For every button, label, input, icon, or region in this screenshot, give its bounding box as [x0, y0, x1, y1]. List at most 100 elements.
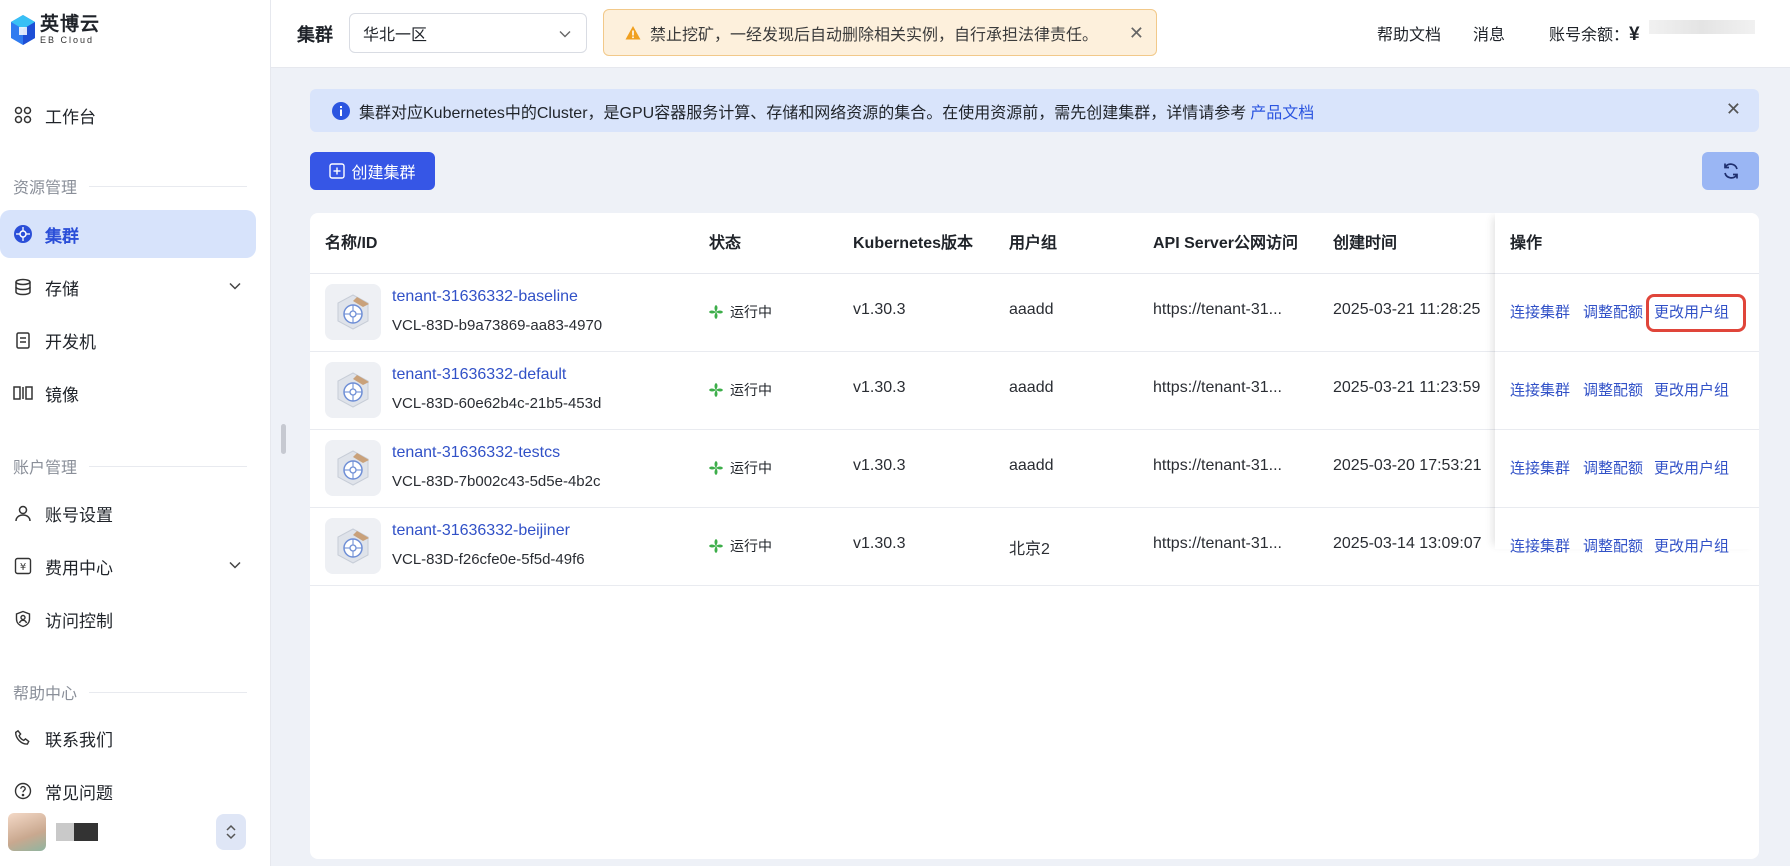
cluster-id: VCL-83D-f26cfe0e-5f5d-49f6 — [392, 551, 585, 568]
question-circle-icon — [13, 781, 33, 801]
user-group: aaadd — [1009, 301, 1054, 318]
info-icon — [332, 101, 350, 120]
ops-row: 连接集群 调整配额 更改用户组 — [1495, 430, 1759, 508]
sidebar: 英博云 EB Cloud 工作台 资源管理 集群 存储 开发机 镜像 账户管理 … — [0, 0, 271, 866]
connect-cluster-link[interactable]: 连接集群 — [1510, 301, 1570, 322]
shield-user-icon — [13, 609, 33, 629]
sidebar-item-label: 联系我们 — [45, 730, 113, 750]
adjust-quota-link[interactable]: 调整配额 — [1583, 457, 1643, 478]
connect-cluster-link[interactable]: 连接集群 — [1510, 379, 1570, 400]
col-header-created: 创建时间 — [1333, 235, 1398, 252]
database-icon — [13, 277, 33, 297]
cluster-cube-icon — [325, 440, 381, 496]
region-value: 华北一区 — [363, 27, 428, 44]
sidebar-item-workbench[interactable]: 工作台 — [0, 91, 256, 139]
change-user-group-link[interactable]: 更改用户组 — [1654, 535, 1729, 556]
connect-cluster-link[interactable]: 连接集群 — [1510, 535, 1570, 556]
page-title: 集群 — [297, 25, 333, 45]
change-user-group-link[interactable]: 更改用户组 — [1654, 301, 1729, 322]
sidebar-item-contact[interactable]: 联系我们 — [0, 714, 256, 762]
section-account: 账户管理 — [13, 454, 247, 478]
cluster-cube-icon — [325, 518, 381, 574]
cluster-cube-icon — [325, 362, 381, 418]
close-icon[interactable]: ✕ — [1129, 24, 1144, 42]
logo-icon — [11, 15, 35, 45]
cluster-icon — [13, 224, 33, 244]
sidebar-item-label: 账号设置 — [45, 505, 113, 525]
user-profile[interactable] — [8, 812, 248, 852]
sidebar-item-billing[interactable]: ¥ 费用中心 — [0, 542, 256, 590]
brand-logo[interactable]: 英博云 EB Cloud — [10, 14, 100, 46]
cluster-name-link[interactable]: tenant-31636332-baseline — [392, 288, 578, 306]
plus-square-icon — [329, 163, 346, 179]
running-fan-icon — [709, 383, 723, 397]
user-icon — [13, 503, 33, 523]
adjust-quota-link[interactable]: 调整配额 — [1583, 535, 1643, 556]
phone-icon — [13, 728, 33, 748]
avatar[interactable] — [8, 813, 46, 851]
account-switch-button[interactable] — [216, 814, 246, 850]
col-header-api: API Server公网访问 — [1153, 235, 1298, 252]
user-group: 北京2 — [1009, 541, 1050, 558]
status-badge: 运行中 — [708, 536, 772, 556]
chevron-up-down-icon — [226, 824, 236, 840]
help-docs-link[interactable]: 帮助文档 — [1377, 21, 1441, 45]
info-text: 集群对应Kubernetes中的Cluster，是GPU容器服务计算、存储和网络… — [359, 104, 1247, 122]
created-time: 2025-03-21 11:23:59 — [1333, 379, 1481, 396]
cluster-name-link[interactable]: tenant-31636332-beijiner — [392, 522, 570, 540]
api-server-url: https://tenant-31... — [1153, 535, 1282, 552]
cluster-name-link[interactable]: tenant-31636332-testcs — [392, 444, 560, 462]
top-bar: 集群 华北一区 禁止挖矿，一经发现后自动删除相关实例，自行承担法律责任。 ✕ 帮… — [271, 0, 1790, 68]
warning-text: 禁止挖矿，一经发现后自动删除相关实例，自行承担法律责任。 — [650, 26, 1099, 44]
adjust-quota-link[interactable]: 调整配额 — [1583, 379, 1643, 400]
cluster-name-link[interactable]: tenant-31636332-default — [392, 366, 566, 384]
sidebar-resize-handle[interactable] — [281, 424, 286, 454]
sidebar-item-label: 存储 — [45, 279, 79, 299]
sidebar-item-access-control[interactable]: 访问控制 — [0, 595, 256, 643]
sidebar-item-devbox[interactable]: 开发机 — [0, 316, 256, 364]
sidebar-item-cluster[interactable]: 集群 — [0, 210, 256, 258]
sidebar-item-faq[interactable]: 常见问题 — [0, 767, 256, 815]
change-user-group-link[interactable]: 更改用户组 — [1654, 457, 1729, 478]
image-stack-icon — [13, 383, 33, 403]
cluster-id: VCL-83D-b9a73869-aa83-4970 — [392, 317, 603, 334]
info-banner: 集群对应Kubernetes中的Cluster，是GPU容器服务计算、存储和网络… — [310, 89, 1759, 132]
messages-link[interactable]: 消息 — [1473, 21, 1505, 45]
ops-row: 连接集群 调整配额 更改用户组 — [1495, 352, 1759, 430]
refresh-button[interactable] — [1702, 152, 1759, 190]
col-header-status: 状态 — [709, 235, 742, 252]
status-badge: 运行中 — [708, 458, 772, 478]
section-help: 帮助中心 — [13, 680, 247, 704]
clipboard-icon — [13, 330, 33, 350]
running-fan-icon — [709, 305, 723, 319]
sidebar-item-label: 开发机 — [45, 332, 96, 352]
sidebar-item-image[interactable]: 镜像 — [0, 369, 256, 417]
sidebar-item-storage[interactable]: 存储 — [0, 263, 256, 311]
sidebar-item-account-settings[interactable]: 账号设置 — [0, 489, 256, 537]
ops-row: 连接集群 调整配额 更改用户组 — [1495, 508, 1759, 586]
connect-cluster-link[interactable]: 连接集群 — [1510, 457, 1570, 478]
section-resource: 资源管理 — [13, 174, 247, 198]
running-fan-icon — [709, 461, 723, 475]
brand-name: 英博云 — [40, 14, 101, 35]
brand-name-en: EB Cloud — [40, 35, 95, 45]
balance-redacted — [1649, 20, 1755, 34]
create-cluster-button[interactable]: 创建集群 — [310, 152, 435, 190]
region-select[interactable]: 华北一区 — [349, 13, 587, 53]
change-user-group-link[interactable]: 更改用户组 — [1654, 379, 1729, 400]
close-icon[interactable]: ✕ — [1726, 100, 1741, 118]
refresh-icon — [1723, 163, 1738, 179]
product-docs-link[interactable]: 产品文档 — [1250, 99, 1314, 123]
balance-label: 账号余额：¥ — [1549, 24, 1640, 45]
created-time: 2025-03-21 11:28:25 — [1333, 301, 1481, 318]
api-server-url: https://tenant-31... — [1153, 379, 1282, 396]
status-badge: 运行中 — [708, 380, 772, 400]
cluster-cube-icon — [325, 284, 381, 340]
adjust-quota-link[interactable]: 调整配额 — [1583, 301, 1643, 322]
col-header-group: 用户组 — [1009, 235, 1058, 252]
mining-warning-banner: 禁止挖矿，一经发现后自动删除相关实例，自行承担法律责任。 ✕ — [603, 9, 1157, 56]
k8s-version: v1.30.3 — [853, 457, 906, 474]
running-fan-icon — [709, 539, 723, 553]
currency-symbol: ¥ — [1629, 24, 1640, 45]
cluster-table: 名称/ID 状态 Kubernetes版本 用户组 API Server公网访问… — [310, 213, 1759, 859]
